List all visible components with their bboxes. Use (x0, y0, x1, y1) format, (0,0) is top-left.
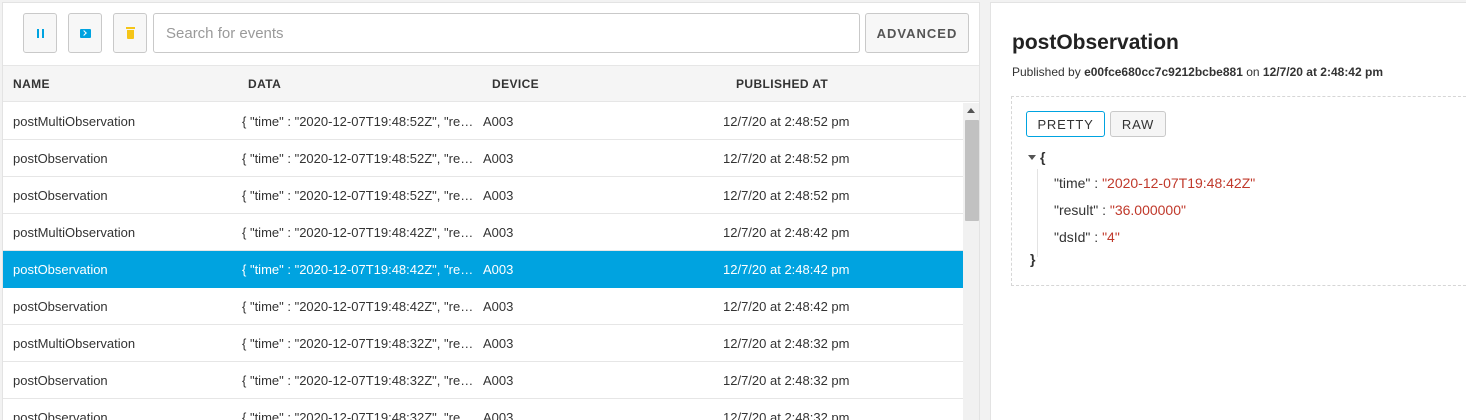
event-title: postObservation (1012, 31, 1179, 54)
table-row[interactable]: postObservation { "time" : "2020-12-07T19… (3, 288, 963, 325)
column-header-published-at[interactable]: PUBLISHED AT (736, 77, 828, 91)
event-name-cell: postObservation (13, 373, 108, 388)
event-published-cell: 12/7/20 at 2:48:52 pm (723, 114, 850, 129)
json-guide-line (1037, 169, 1038, 257)
event-data-cell: { "time" : "2020-12-07T19:48:42Z", "resu… (242, 299, 478, 314)
table-row[interactable]: postMultiObservation { "time" : "2020-12-… (3, 325, 963, 362)
payload-box: PRETTY RAW { "time" : "2020-12-07T19:48:… (1011, 96, 1466, 286)
event-published-cell: 12/7/20 at 2:48:52 pm (723, 188, 850, 203)
event-published-cell: 12/7/20 at 2:48:52 pm (723, 151, 850, 166)
event-name-cell: postObservation (13, 188, 108, 203)
event-device-cell: A003 (483, 151, 514, 166)
event-published-cell: 12/7/20 at 2:48:42 pm (723, 262, 850, 277)
event-data-cell: { "time" : "2020-12-07T19:48:32Z", "resu… (242, 410, 478, 420)
event-published-cell: 12/7/20 at 2:48:32 pm (723, 373, 850, 388)
event-name-cell: postObservation (13, 151, 108, 166)
event-device-cell: A003 (483, 336, 514, 351)
event-data-cell: { "time" : "2020-12-07T19:48:52Z", "resu… (242, 188, 478, 203)
json-separator: : (1090, 175, 1103, 191)
event-device-cell: A003 (483, 299, 514, 314)
event-device-cell: A003 (483, 225, 514, 240)
event-name-cell: postMultiObservation (13, 336, 136, 351)
event-device-cell: A003 (483, 373, 514, 388)
json-separator: : (1098, 202, 1110, 218)
json-field: "dsId" : "4" (1054, 229, 1120, 245)
events-table-body: postMultiObservation { "time" : "2020-12-… (3, 103, 963, 420)
published-by-label: Published by (1012, 65, 1081, 79)
on-label: on (1246, 65, 1260, 79)
console-icon (79, 28, 91, 38)
json-key: "dsId" (1054, 229, 1091, 245)
event-data-cell: { "time" : "2020-12-07T19:48:32Z", "resu… (242, 373, 478, 388)
raw-button[interactable]: RAW (1110, 111, 1166, 137)
trash-icon (125, 26, 135, 39)
events-toolbar: ADVANCED (3, 3, 979, 63)
event-data-cell: { "time" : "2020-12-07T19:48:42Z", "resu… (242, 262, 478, 277)
scroll-thumb[interactable] (965, 120, 979, 221)
column-header-device[interactable]: DEVICE (492, 77, 539, 91)
column-header-name[interactable]: NAME (13, 77, 50, 91)
published-at: 12/7/20 at 2:48:42 pm (1262, 65, 1383, 79)
table-row[interactable]: postObservation { "time" : "2020-12-07T19… (3, 251, 963, 288)
search-input[interactable] (153, 13, 860, 53)
json-value: "4" (1102, 229, 1120, 245)
event-detail-panel: postObservation Published by e00fce680cc… (990, 2, 1466, 420)
event-published-cell: 12/7/20 at 2:48:42 pm (723, 225, 850, 240)
event-published-cell: 12/7/20 at 2:48:42 pm (723, 299, 850, 314)
table-row[interactable]: postObservation { "time" : "2020-12-07T19… (3, 362, 963, 399)
event-name-cell: postObservation (13, 262, 108, 277)
column-header-data[interactable]: DATA (248, 77, 281, 91)
event-data-cell: { "time" : "2020-12-07T19:48:42Z", "resu… (242, 225, 478, 240)
event-data-cell: { "time" : "2020-12-07T19:48:52Z", "resu… (242, 114, 478, 129)
json-value: "2020-12-07T19:48:42Z" (1102, 175, 1256, 191)
event-device-cell: A003 (483, 262, 514, 277)
event-name-cell: postObservation (13, 410, 108, 420)
json-separator: : (1090, 229, 1103, 245)
pause-icon (36, 28, 44, 38)
json-field: "result" : "36.000000" (1054, 202, 1186, 218)
clear-button[interactable] (113, 13, 147, 53)
table-row[interactable]: postObservation { "time" : "2020-12-07T19… (3, 140, 963, 177)
event-name-cell: postObservation (13, 299, 108, 314)
event-device-cell: A003 (483, 188, 514, 203)
json-key: "time" (1054, 175, 1091, 191)
event-data-cell: { "time" : "2020-12-07T19:48:52Z", "resu… (242, 151, 478, 166)
table-row[interactable]: postMultiObservation { "time" : "2020-12-… (3, 103, 963, 140)
json-open-brace: { (1040, 149, 1046, 165)
chevron-down-icon[interactable] (1028, 155, 1036, 160)
table-scrollbar[interactable] (963, 103, 979, 420)
table-header: NAME DATA DEVICE PUBLISHED AT (3, 65, 979, 102)
table-row[interactable]: postMultiObservation { "time" : "2020-12-… (3, 214, 963, 251)
event-data-cell: { "time" : "2020-12-07T19:48:32Z", "resu… (242, 336, 478, 351)
event-name-cell: postMultiObservation (13, 114, 136, 129)
advanced-button[interactable]: ADVANCED (865, 13, 969, 53)
console-button[interactable] (68, 13, 102, 53)
app: ADVANCED NAME DATA DEVICE PUBLISHED AT p… (0, 0, 1466, 420)
pretty-button[interactable]: PRETTY (1026, 111, 1105, 137)
event-meta: Published by e00fce680cc7c9212bcbe881 on… (1012, 65, 1383, 79)
device-id: e00fce680cc7c9212bcbe881 (1084, 65, 1243, 79)
events-panel: ADVANCED NAME DATA DEVICE PUBLISHED AT p… (2, 2, 980, 420)
pause-button[interactable] (23, 13, 57, 53)
event-device-cell: A003 (483, 114, 514, 129)
json-value: "36.000000" (1109, 202, 1186, 218)
json-field: "time" : "2020-12-07T19:48:42Z" (1054, 175, 1255, 191)
event-published-cell: 12/7/20 at 2:48:32 pm (723, 336, 850, 351)
json-key: "result" (1054, 202, 1099, 218)
event-published-cell: 12/7/20 at 2:48:32 pm (723, 410, 850, 420)
table-row[interactable]: postObservation { "time" : "2020-12-07T19… (3, 399, 963, 420)
scroll-up-icon[interactable] (967, 108, 975, 113)
event-name-cell: postMultiObservation (13, 225, 136, 240)
json-close-brace: } (1030, 251, 1036, 267)
table-row[interactable]: postObservation { "time" : "2020-12-07T19… (3, 177, 963, 214)
event-device-cell: A003 (483, 410, 514, 420)
